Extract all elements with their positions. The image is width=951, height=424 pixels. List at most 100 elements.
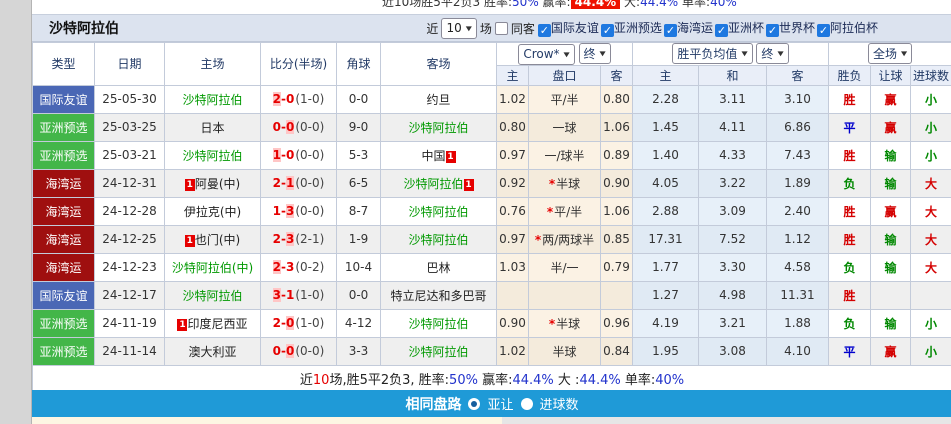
match-row: 亚洲预选 24-11-14 澳大利亚 0-0(0-0) 3-3 沙特阿拉伯 1.02 半球 0.… [32, 336, 951, 366]
league-badge: 海湾运 [32, 252, 95, 282]
col-odds-away: 客 [600, 64, 633, 86]
goals-result-cell [910, 280, 951, 310]
red-card-icon: 1 [463, 178, 474, 191]
avg-home-cell: 1.77 [632, 252, 699, 282]
odds-company-select[interactable]: Crow* ▼ [518, 43, 575, 65]
league-label: 亚洲预选 [39, 344, 88, 359]
corner-cell: 4-12 [336, 308, 381, 338]
avg-value: 3.30 [719, 260, 746, 274]
goals-result-text: 小 [925, 92, 938, 107]
avg-value: 7.52 [719, 232, 746, 246]
scope-select[interactable]: 全场 ▼ [867, 43, 913, 65]
league-checkbox[interactable]: ✓ [537, 24, 551, 37]
scope-select-cell: 全场 ▼ [828, 42, 951, 66]
summary-big-rate: 44.4% [579, 372, 621, 388]
league-badge: 亚洲预选 [32, 112, 95, 142]
league-checkbox-label[interactable]: 海湾运 [677, 21, 713, 35]
team-name: 沙特阿拉伯 [182, 92, 243, 107]
summary-single-rate: 40% [655, 372, 685, 388]
handicap-away-odds [600, 280, 633, 310]
handicap-away-odds: 0.89 [600, 140, 633, 170]
home-team-cell: 1 印度尼西亚 [164, 308, 261, 338]
odds-value: 1.02 [499, 344, 526, 358]
home-team-cell: 1 阿曼(中) [164, 168, 261, 198]
odds-value: 0.97 [499, 232, 526, 246]
team-name: 印度尼西亚 [187, 316, 248, 331]
handicap-line: 一/球半 [528, 140, 601, 170]
match-date: 24-12-25 [94, 224, 165, 254]
avg-value: 1.89 [784, 176, 811, 190]
chevron-down-icon: ▼ [599, 49, 606, 58]
league-checkbox-label[interactable]: 亚洲杯 [728, 21, 764, 35]
league-checkbox[interactable]: ✓ [765, 24, 779, 37]
league-checkbox-label[interactable]: 亚洲预选 [614, 21, 662, 35]
league-badge: 海湾运 [32, 196, 95, 226]
summary-row: 近10场,胜5平2负3, 胜率:50% 赢率:44.4% 大 :44.4% 单率… [31, 364, 951, 392]
odds-value: 1.06 [603, 204, 630, 218]
avg-time-value: 终 [761, 47, 774, 62]
goals-result-text: 小 [925, 316, 938, 331]
avg-value: 4.58 [784, 260, 811, 274]
asian-handicap-radio[interactable] [468, 397, 481, 410]
match-row: 海湾运 24-12-28 伊拉克(中) 1-3(0-0) 8-7 沙特阿拉伯 0.76 *平/… [32, 196, 951, 226]
away-team-cell: 沙特阿拉伯 1 [380, 168, 497, 198]
avg-value: 4.05 [652, 176, 679, 190]
odds-value: 1.02 [499, 92, 526, 106]
summary-count: 10 [312, 372, 330, 388]
handicap-away-odds: 0.80 [600, 84, 633, 114]
score-away: 0 [286, 92, 295, 106]
goals-label[interactable]: 进球数 [540, 394, 579, 413]
handicap-home-odds: 0.97 [496, 140, 529, 170]
corner-cell: 3-3 [336, 336, 381, 366]
away-team-cell: 巴林 [380, 252, 497, 282]
league-checkbox-label[interactable]: 国际友谊 [551, 21, 599, 35]
goals-radio[interactable] [520, 397, 533, 410]
corner-cell: 0-0 [336, 280, 381, 310]
asian-handicap-label[interactable]: 亚让 [487, 394, 513, 413]
avg-type-select[interactable]: 胜平负均值 ▼ [672, 43, 753, 65]
avg-home-cell: 1.40 [632, 140, 699, 170]
avg-time-select[interactable]: 终 ▼ [756, 43, 789, 65]
score-cell: 2-3(0-2) [260, 252, 337, 282]
league-checkbox-label[interactable]: 阿拉伯杯 [830, 21, 878, 35]
avg-home-cell: 1.27 [632, 280, 699, 310]
avg-draw-cell: 4.98 [698, 280, 767, 310]
goals-result-cell: 小 [910, 336, 951, 366]
score-cell: 2-1(0-0) [260, 168, 337, 198]
goals-result-text: 小 [925, 148, 938, 163]
league-checkbox[interactable]: ✓ [714, 24, 728, 37]
odds-value: 0.84 [603, 344, 630, 358]
league-badge: 国际友谊 [32, 280, 95, 310]
result-text: 胜 [843, 148, 856, 163]
date-text: 25-03-21 [102, 148, 157, 162]
handicap-home-odds: 0.92 [496, 168, 529, 198]
score-away: 0 [286, 316, 295, 330]
col-handicap: 盘口 [528, 64, 601, 86]
league-checkbox[interactable]: ✓ [600, 24, 614, 37]
corner-score: 1-9 [348, 232, 369, 246]
result-text: 胜 [843, 92, 856, 107]
same-trend-title: 相同盘路 [405, 396, 462, 413]
league-checkbox[interactable]: ✓ [816, 24, 830, 37]
league-badge: 国际友谊 [32, 84, 95, 114]
avg-select-cell: 胜平负均值 ▼ 终 ▼ [631, 42, 830, 66]
match-count-select[interactable]: 10 ▼ [441, 17, 477, 39]
league-checkbox[interactable]: ✓ [663, 24, 677, 37]
same-away-checkbox[interactable] [494, 21, 508, 35]
score-cell: 1-0(0-0) [260, 140, 337, 170]
chevron-down-icon: ▼ [741, 50, 748, 58]
date-text: 24-11-14 [102, 344, 157, 358]
handicap-result-cell [870, 280, 912, 310]
avg-away-cell: 7.43 [765, 140, 830, 170]
match-row: 海湾运 24-12-25 1 也门(中) 2-3(2-1) 1-9 沙特阿拉伯 0.97 *两/… [32, 224, 951, 254]
away-team-cell: 沙特阿拉伯 [380, 196, 497, 226]
odds-value: 0.97 [499, 148, 526, 162]
col-handicap-result: 让球 [870, 64, 912, 86]
avg-value: 17.31 [648, 232, 683, 246]
score-cell: 1-3(0-0) [260, 196, 337, 226]
odds-time-select[interactable]: 终 ▼ [578, 43, 611, 64]
summary-label3: 大 : [553, 372, 580, 388]
score-cell: 2-0(1-0) [260, 308, 337, 338]
league-checkbox-label[interactable]: 世界杯 [779, 21, 815, 35]
handicap-away-odds: 1.06 [600, 196, 633, 226]
